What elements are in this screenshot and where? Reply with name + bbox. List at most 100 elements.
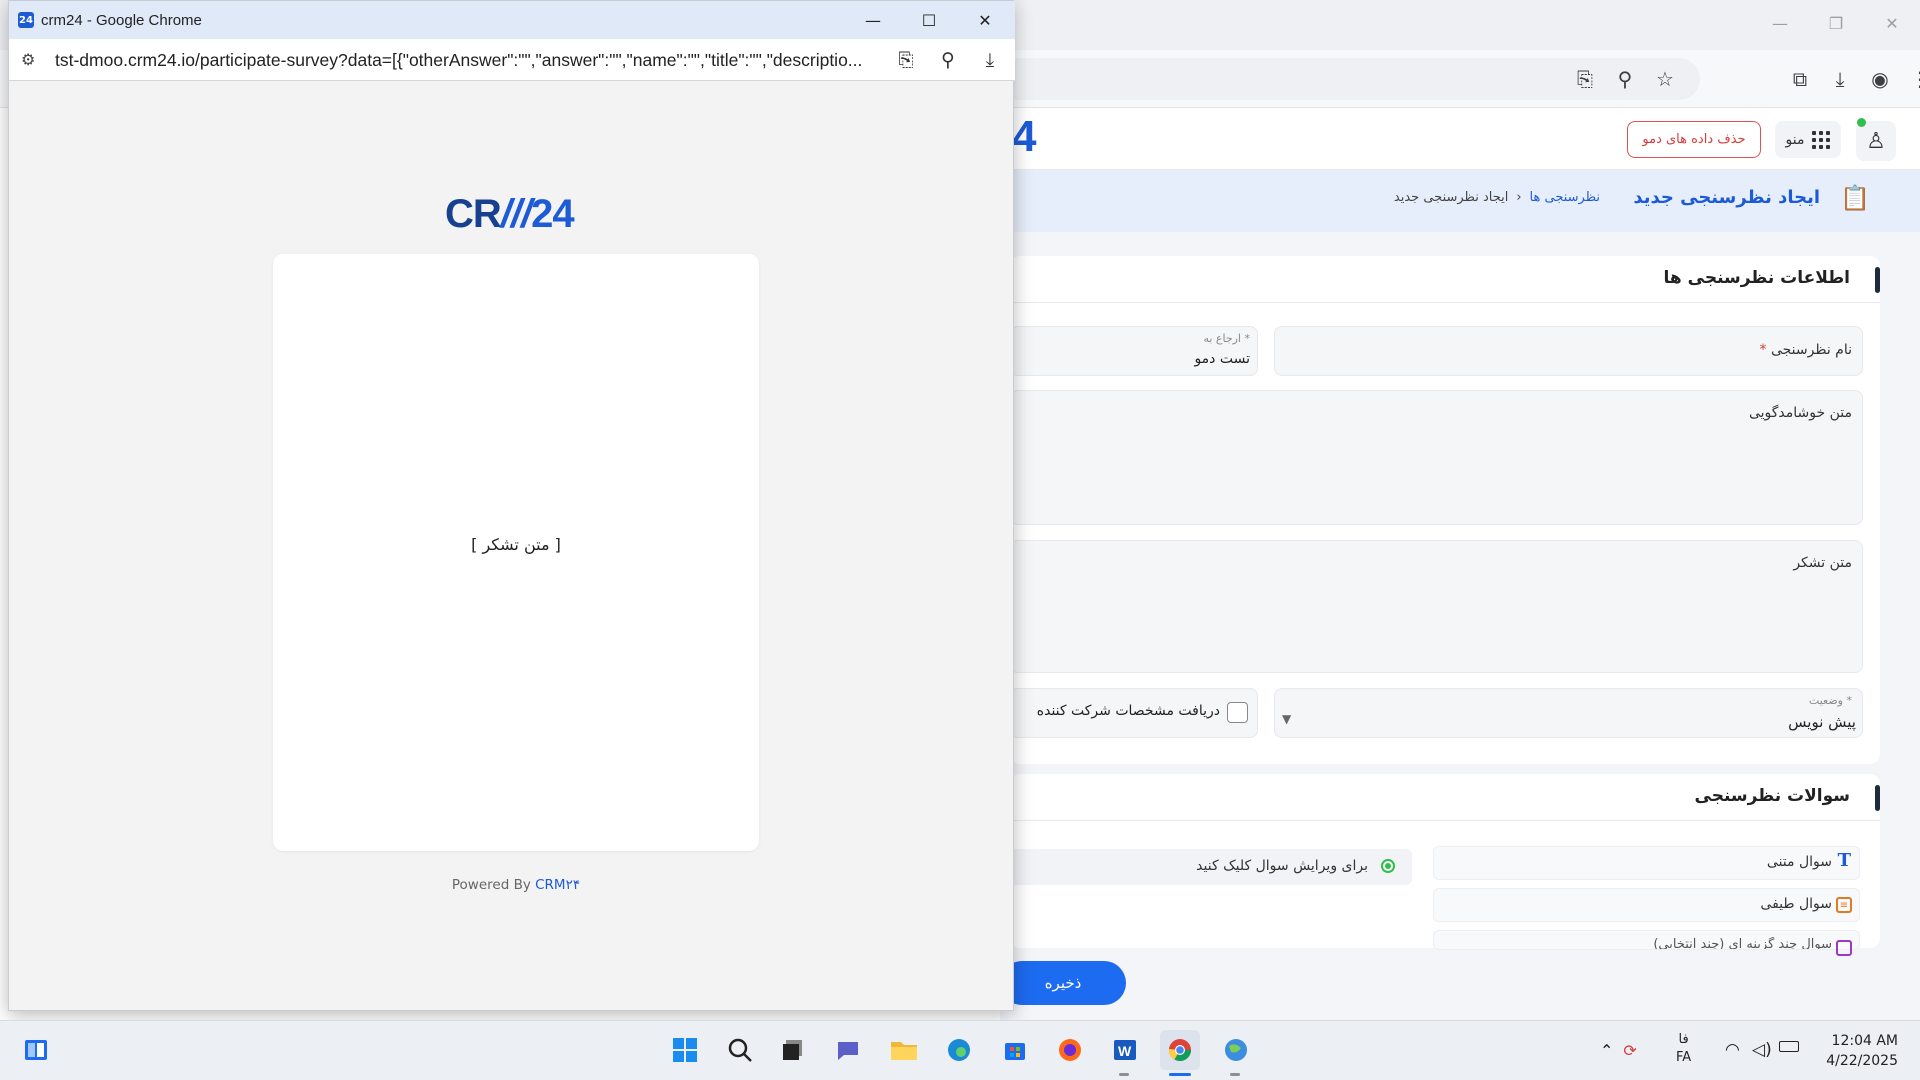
breadcrumb-current: ایجاد نظرسنجی جدید <box>1393 190 1509 205</box>
minimize-icon[interactable]: — <box>1752 0 1808 46</box>
question-type-label: سوال طیفی <box>1760 896 1832 912</box>
maximize-icon[interactable]: ☐ <box>901 1 957 39</box>
close-icon[interactable]: ✕ <box>957 1 1013 39</box>
edit-question-hint: برای ویرایش سوال کلیک کنید <box>1196 858 1368 874</box>
survey-name-label-text: نام نظرسنجی <box>1770 342 1852 358</box>
apps-grid-icon <box>1812 130 1831 149</box>
file-explorer-icon[interactable] <box>884 1030 924 1070</box>
minimize-icon[interactable]: — <box>845 1 901 39</box>
breadcrumb: نظرسنجی ها ‹ ایجاد نظرسنجی جدید <box>1394 190 1600 205</box>
logo-part-24: 24 <box>531 192 574 236</box>
more-menu-icon[interactable]: ⋮ <box>1900 59 1920 99</box>
profile-icon[interactable]: ◉ <box>1860 59 1900 99</box>
app-active-indicator <box>1169 1073 1191 1076</box>
welcome-text-input[interactable] <box>1010 390 1863 525</box>
page-title: ایجاد نظرسنجی جدید <box>1633 187 1820 208</box>
delete-demo-data-button[interactable]: حذف داده های دمو <box>1627 121 1761 158</box>
clock-time: 12:04 AM <box>1831 1033 1898 1049</box>
install-app-icon[interactable]: ⎘ <box>1565 59 1605 99</box>
caret-down-icon[interactable]: ▼ <box>1282 712 1291 726</box>
required-mark: * <box>1759 342 1767 358</box>
popup-window-title: crm24 - Google Chrome <box>41 12 202 29</box>
chevron-up-icon[interactable]: ⌃ <box>1600 1041 1613 1060</box>
chat-icon[interactable] <box>828 1030 868 1070</box>
sync-icon[interactable]: ⟳ <box>1623 1041 1636 1060</box>
clock[interactable]: 12:04 AM 4/22/2025 <box>1818 1031 1898 1071</box>
assign-to-label: ارجاع به * <box>1203 332 1250 345</box>
language-indicator-code: FA <box>1676 1050 1692 1065</box>
app-logo[interactable]: 4 <box>1012 112 1036 162</box>
site-settings-icon[interactable]: ⚙ <box>21 50 35 69</box>
chrome-icon[interactable] <box>1160 1030 1200 1070</box>
logo-part-cr: CR <box>445 192 502 236</box>
section-marker <box>1875 785 1880 811</box>
windows-start-icon[interactable] <box>665 1030 705 1070</box>
store-icon[interactable] <box>995 1030 1035 1070</box>
status-select[interactable] <box>1274 688 1863 738</box>
save-button[interactable]: ذخیره <box>1000 961 1126 1005</box>
widgets-icon[interactable] <box>16 1030 56 1070</box>
crm24-favicon-icon: 24 <box>18 12 34 28</box>
browser-toolbar-actions: ⧉ ⤓ ◉ ⋮ <box>1780 59 1920 99</box>
powered-by-prefix: Powered By <box>451 877 531 893</box>
section-marker <box>1875 267 1880 293</box>
zoom-icon[interactable]: ⚲ <box>1605 59 1645 99</box>
extensions-icon[interactable]: ⧉ <box>1780 59 1820 99</box>
svg-text:W: W <box>1118 1043 1132 1059</box>
app-running-indicator <box>1119 1073 1129 1076</box>
system-tray: ⌃ ⟳ <box>1600 1030 1637 1070</box>
clock-date: 4/22/2025 <box>1826 1053 1898 1069</box>
edge-icon[interactable] <box>939 1030 979 1070</box>
section-divider <box>1010 820 1880 821</box>
online-status-dot <box>1857 118 1866 127</box>
bookmark-star-icon[interactable]: ☆ <box>1645 59 1685 99</box>
status-value: پیش نویس <box>1788 713 1856 731</box>
radio-selected-icon <box>1381 859 1395 873</box>
wifi-icon[interactable]: ◠ <box>1725 1040 1740 1060</box>
text-type-icon: T <box>1837 850 1851 871</box>
logo-part-slashes: /// <box>500 192 532 236</box>
install-app-icon[interactable]: ⎘ <box>885 41 927 79</box>
section-divider <box>1010 302 1880 303</box>
survey-info-title: اطلاعات نظرسنجی ها <box>1663 268 1850 288</box>
assign-to-value: تست دمو <box>1194 351 1250 367</box>
battery-icon[interactable] <box>1779 1041 1799 1052</box>
popup-browser-window: 24 crm24 - Google Chrome — ☐ ✕ ⚙ tst-dmo… <box>8 0 1015 1011</box>
thanks-text-input[interactable] <box>1010 540 1863 673</box>
welcome-text-label: متن خوشامدگویی <box>1748 405 1852 421</box>
menu-label: منو <box>1785 131 1805 148</box>
download-icon[interactable]: ⤓ <box>969 41 1011 79</box>
breadcrumb-separator: ‹ <box>1516 190 1522 205</box>
user-button[interactable]: ♙ <box>1856 121 1896 161</box>
zoom-icon[interactable]: ⚲ <box>927 41 969 79</box>
word-icon[interactable]: W <box>1105 1030 1145 1070</box>
powered-by: Powered By CRM۲۴ <box>273 877 759 893</box>
download-icon[interactable]: ⤓ <box>1820 59 1860 99</box>
survey-questions-title: سوالات نظرسنجی <box>1694 786 1851 806</box>
task-view-icon[interactable] <box>773 1030 813 1070</box>
restore-icon[interactable]: ❐ <box>1808 0 1864 46</box>
volume-icon[interactable]: ◁) <box>1752 1040 1772 1060</box>
app-running-indicator <box>1230 1073 1240 1076</box>
popup-window-controls: — ☐ ✕ <box>845 1 1013 39</box>
search-icon[interactable] <box>720 1030 760 1070</box>
breadcrumb-surveys-link[interactable]: نظرسنجی ها <box>1530 190 1600 205</box>
menu-button[interactable]: منو <box>1775 121 1841 158</box>
collect-participant-info-checkbox[interactable] <box>1227 702 1248 723</box>
clipboard-icon: 📋 <box>1840 184 1870 212</box>
scale-type-icon: ≡ <box>1836 897 1852 913</box>
language-indicator-native: فا <box>1678 1032 1689 1047</box>
language-indicator[interactable]: فا FA <box>1676 1031 1691 1067</box>
globe-app-icon[interactable] <box>1216 1030 1256 1070</box>
collect-participant-info-label[interactable]: دریافت مشخصات شرکت کننده <box>1037 703 1220 719</box>
close-icon[interactable]: ✕ <box>1864 0 1920 46</box>
question-type-label: سوال متنی <box>1766 854 1832 870</box>
checkbox-type-icon <box>1836 940 1852 956</box>
popup-url-text[interactable]: tst-dmoo.crm24.io/participate-survey?dat… <box>55 50 875 71</box>
question-type-label: سوال چند گزینه ای (چند انتخابی) <box>1653 937 1832 949</box>
firefox-icon[interactable] <box>1050 1030 1090 1070</box>
status-label: وضعیت * <box>1808 694 1852 707</box>
thanks-text-label: متن تشکر <box>1793 555 1852 571</box>
powered-by-link[interactable]: CRM۲۴ <box>535 877 580 893</box>
popup-address-actions: ⎘ ⚲ ⤓ <box>885 41 1011 79</box>
